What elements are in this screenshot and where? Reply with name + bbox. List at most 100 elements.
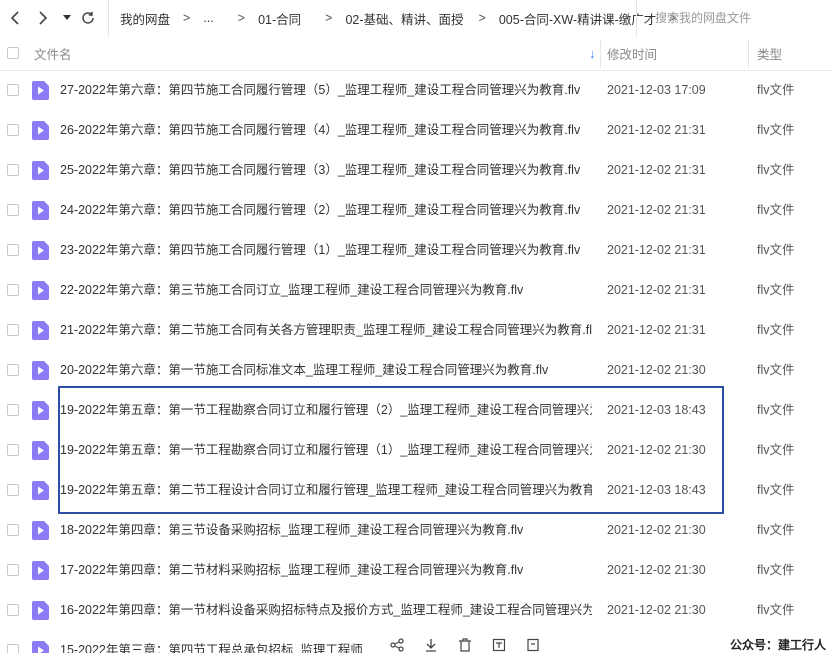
row-checkbox[interactable] xyxy=(7,604,19,616)
file-modified: 2021-12-02 21:31 xyxy=(607,163,706,177)
file-name: 25-2022年第六章：第四节施工合同履行管理（3）_监理工程师_建设工程合同管… xyxy=(60,163,581,177)
share-icon[interactable] xyxy=(388,636,406,653)
video-file-icon xyxy=(32,401,49,420)
select-all-checkbox[interactable] xyxy=(7,47,19,59)
file-type: flv文件 xyxy=(757,283,795,297)
row-checkbox[interactable] xyxy=(7,164,19,176)
file-name: 15-2022年第三章：第四节工程总承包招标_监理工程师_... xyxy=(60,643,370,653)
file-name: 27-2022年第六章：第四节施工合同履行管理（5）_监理工程师_建设工程合同管… xyxy=(60,83,581,97)
file-name: 20-2022年第六章：第一节施工合同标准文本_监理工程师_建设工程合同管理兴为… xyxy=(60,363,549,377)
file-modified: 2021-12-03 18:43 xyxy=(607,403,706,417)
file-row[interactable]: 21-2022年第六章：第二节施工合同有关各方管理职责_监理工程师_建设工程合同… xyxy=(0,310,833,350)
rename-icon[interactable] xyxy=(490,636,508,653)
file-row[interactable]: 27-2022年第六章：第四节施工合同履行管理（5）_监理工程师_建设工程合同管… xyxy=(0,70,833,110)
video-file-icon xyxy=(32,161,49,180)
row-checkbox[interactable] xyxy=(7,444,19,456)
file-type: flv文件 xyxy=(757,563,795,577)
file-type: flv文件 xyxy=(757,483,795,497)
file-name: 18-2022年第四章：第三节设备采购招标_监理工程师_建设工程合同管理兴为教育… xyxy=(60,523,524,537)
column-name-label: 文件名 xyxy=(34,47,72,62)
row-checkbox[interactable] xyxy=(7,524,19,536)
file-name: 22-2022年第六章：第三节施工合同订立_监理工程师_建设工程合同管理兴为教育… xyxy=(60,283,524,297)
file-row[interactable]: 22-2022年第六章：第三节施工合同订立_监理工程师_建设工程合同管理兴为教育… xyxy=(0,270,833,310)
file-type: flv文件 xyxy=(757,203,795,217)
video-file-icon xyxy=(32,241,49,260)
row-checkbox[interactable] xyxy=(7,404,19,416)
column-header-modified[interactable]: 修改时间 xyxy=(607,36,657,70)
file-row[interactable]: 23-2022年第六章：第四节施工合同履行管理（1）_监理工程师_建设工程合同管… xyxy=(0,230,833,270)
row-checkbox[interactable] xyxy=(7,84,19,96)
search-input[interactable] xyxy=(653,10,827,26)
chevron-left-icon[interactable] xyxy=(6,8,24,28)
watermark-text: 公众号：建工行人 xyxy=(730,638,827,652)
file-row[interactable]: 26-2022年第六章：第四节施工合同履行管理（4）_监理工程师_建设工程合同管… xyxy=(0,110,833,150)
video-file-icon xyxy=(32,201,49,220)
video-file-icon xyxy=(32,441,49,460)
breadcrumb-root[interactable]: 我的网盘 xyxy=(120,9,170,28)
row-checkbox[interactable] xyxy=(7,244,19,256)
breadcrumb-item-basics[interactable]: 02-基础、精讲、面授 xyxy=(345,9,463,28)
file-row[interactable]: 16-2022年第四章：第一节材料设备采购招标特点及报价方式_监理工程师_建设工… xyxy=(0,590,833,630)
row-checkbox[interactable] xyxy=(7,364,19,376)
file-modified: 2021-12-02 21:30 xyxy=(607,563,706,577)
video-file-icon xyxy=(32,281,49,300)
row-checkbox[interactable] xyxy=(7,564,19,576)
file-row[interactable]: 19-2022年第五章：第一节工程勘察合同订立和履行管理（2）_监理工程师_建设… xyxy=(0,390,833,430)
file-type: flv文件 xyxy=(757,603,795,617)
row-checkbox[interactable] xyxy=(7,324,19,336)
file-row[interactable]: 24-2022年第六章：第四节施工合同履行管理（2）_监理工程师_建设工程合同管… xyxy=(0,190,833,230)
column-header-type[interactable]: 类型 xyxy=(757,36,782,70)
video-file-icon xyxy=(32,561,49,580)
file-modified: 2021-12-02 21:30 xyxy=(607,443,706,457)
video-file-icon xyxy=(32,521,49,540)
file-name: 21-2022年第六章：第二节施工合同有关各方管理职责_监理工程师_建设工程合同… xyxy=(60,323,592,337)
file-modified: 2021-12-03 17:09 xyxy=(607,83,706,97)
file-modified: 2021-12-02 21:31 xyxy=(607,203,706,217)
file-type: flv文件 xyxy=(757,83,795,97)
breadcrumb-separator: > xyxy=(183,11,191,25)
file-type: flv文件 xyxy=(757,163,795,177)
row-checkbox[interactable] xyxy=(7,204,19,216)
delete-icon[interactable] xyxy=(456,636,474,653)
sort-arrow-icon[interactable]: ↓ xyxy=(589,36,596,70)
column-header-name[interactable]: 文件名 xyxy=(34,36,72,70)
file-modified: 2021-12-02 21:31 xyxy=(607,243,706,257)
file-type: flv文件 xyxy=(757,443,795,457)
column-modified-label: 修改时间 xyxy=(607,47,658,62)
breadcrumb-item-current[interactable]: 005-合同-XW-精讲课-缴广才 xyxy=(499,9,656,28)
file-row[interactable]: 17-2022年第四章：第二节材料采购招标_监理工程师_建设工程合同管理兴为教育… xyxy=(0,550,833,590)
row-checkbox[interactable] xyxy=(7,644,19,653)
row-checkbox[interactable] xyxy=(7,284,19,296)
file-modified: 2021-12-02 21:31 xyxy=(607,283,706,297)
more-icon[interactable] xyxy=(524,636,542,653)
row-checkbox[interactable] xyxy=(7,484,19,496)
file-name: 16-2022年第四章：第一节材料设备采购招标特点及报价方式_监理工程师_建设工… xyxy=(60,603,592,617)
file-row[interactable]: 20-2022年第六章：第一节施工合同标准文本_监理工程师_建设工程合同管理兴为… xyxy=(0,350,833,390)
file-row[interactable]: 19-2022年第五章：第一节工程勘察合同订立和履行管理（1）_监理工程师_建设… xyxy=(0,430,833,470)
breadcrumb-ellipsis[interactable]: ... xyxy=(203,11,213,25)
file-row[interactable]: 25-2022年第六章：第四节施工合同履行管理（3）_监理工程师_建设工程合同管… xyxy=(0,150,833,190)
breadcrumb: 我的网盘 > ... > 01-合同 > 02-基础、精讲、面授 > 005-合… xyxy=(108,0,690,36)
video-file-icon xyxy=(32,361,49,380)
file-name: 19-2022年第五章：第二节工程设计合同订立和履行管理_监理工程师_建设工程合… xyxy=(60,483,592,497)
refresh-icon[interactable] xyxy=(79,8,97,28)
video-file-icon xyxy=(32,81,49,100)
download-icon[interactable] xyxy=(422,636,440,653)
column-divider[interactable] xyxy=(600,40,601,68)
row-checkbox[interactable] xyxy=(7,124,19,136)
search-box xyxy=(636,0,833,36)
caret-down-icon[interactable] xyxy=(58,8,76,28)
file-row[interactable]: 18-2022年第四章：第三节设备采购招标_监理工程师_建设工程合同管理兴为教育… xyxy=(0,510,833,550)
file-row[interactable]: 19-2022年第五章：第二节工程设计合同订立和履行管理_监理工程师_建设工程合… xyxy=(0,470,833,510)
top-bar: 我的网盘 > ... > 01-合同 > 02-基础、精讲、面授 > 005-合… xyxy=(0,0,833,36)
file-modified: 2021-12-02 21:30 xyxy=(607,603,706,617)
row-action-toolbar xyxy=(388,636,542,653)
file-name: 19-2022年第五章：第一节工程勘察合同订立和履行管理（1）_监理工程师_建设… xyxy=(60,443,592,457)
file-name: 23-2022年第六章：第四节施工合同履行管理（1）_监理工程师_建设工程合同管… xyxy=(60,243,581,257)
chevron-right-icon[interactable] xyxy=(34,8,52,28)
file-name: 24-2022年第六章：第四节施工合同履行管理（2）_监理工程师_建设工程合同管… xyxy=(60,203,581,217)
column-divider[interactable] xyxy=(748,40,749,68)
file-name: 17-2022年第四章：第二节材料采购招标_监理工程师_建设工程合同管理兴为教育… xyxy=(60,563,524,577)
breadcrumb-separator: > xyxy=(478,11,486,25)
breadcrumb-item-contract[interactable]: 01-合同 xyxy=(258,9,301,28)
